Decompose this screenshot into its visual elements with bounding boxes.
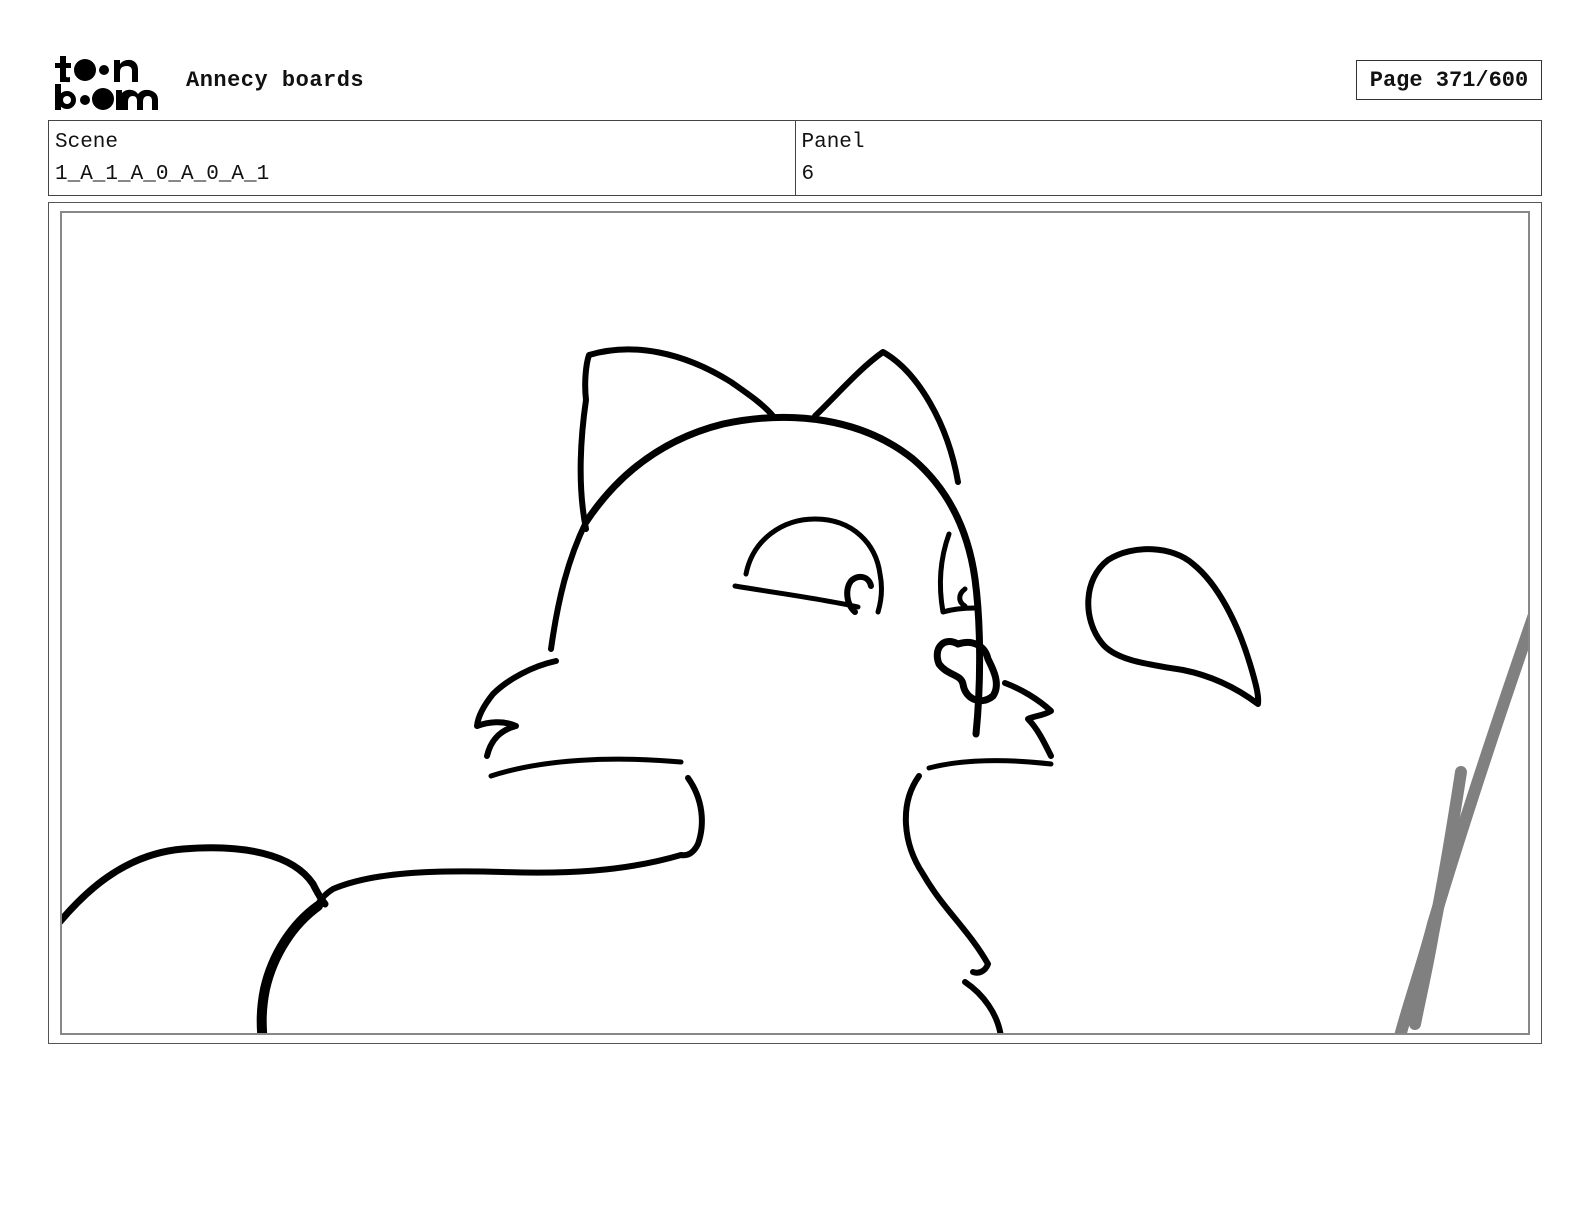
chin-left bbox=[678, 775, 705, 859]
right-whiskers bbox=[1002, 680, 1054, 759]
body-curve bbox=[256, 901, 323, 1033]
panel-cell: Panel 6 bbox=[794, 121, 1542, 195]
paw-left bbox=[62, 844, 329, 925]
nose bbox=[933, 638, 1000, 705]
storyboard-sketch bbox=[62, 346, 1528, 1033]
pencil-stroke-long bbox=[1394, 613, 1528, 1033]
leaf-shape bbox=[1085, 546, 1262, 707]
panel-label: Panel bbox=[801, 131, 865, 154]
body-right-lower bbox=[962, 979, 1004, 1033]
storyboard-panel-image bbox=[60, 211, 1530, 1035]
arm-top bbox=[315, 852, 684, 907]
right-ear bbox=[812, 349, 961, 485]
body-right bbox=[902, 773, 991, 976]
scene-value: 1_A_1_A_0_A_0_A_1 bbox=[55, 163, 270, 186]
page-indicator: Page 371/600 bbox=[1356, 60, 1542, 100]
project-title: Annecy boards bbox=[186, 68, 365, 93]
right-eye-pupil bbox=[957, 586, 968, 609]
left-whiskers bbox=[474, 658, 559, 759]
left-mouth bbox=[488, 756, 684, 779]
right-mouth bbox=[926, 758, 1054, 771]
pencil-stroke-short bbox=[1409, 766, 1467, 1030]
head-outline bbox=[582, 413, 984, 738]
storyboard-panel-frame bbox=[48, 202, 1542, 1044]
scene-cell: Scene 1_A_1_A_0_A_0_A_1 bbox=[49, 121, 795, 195]
scene-panel-info: Scene 1_A_1_A_0_A_0_A_1 Panel 6 bbox=[48, 120, 1542, 196]
panel-value: 6 bbox=[801, 163, 815, 186]
left-cheek bbox=[548, 519, 589, 652]
page-header: Annecy boards Page 371/600 bbox=[48, 48, 1542, 114]
eye-squint-line bbox=[732, 583, 861, 610]
toon-boom-logo bbox=[55, 56, 158, 110]
scene-label: Scene bbox=[55, 131, 119, 154]
